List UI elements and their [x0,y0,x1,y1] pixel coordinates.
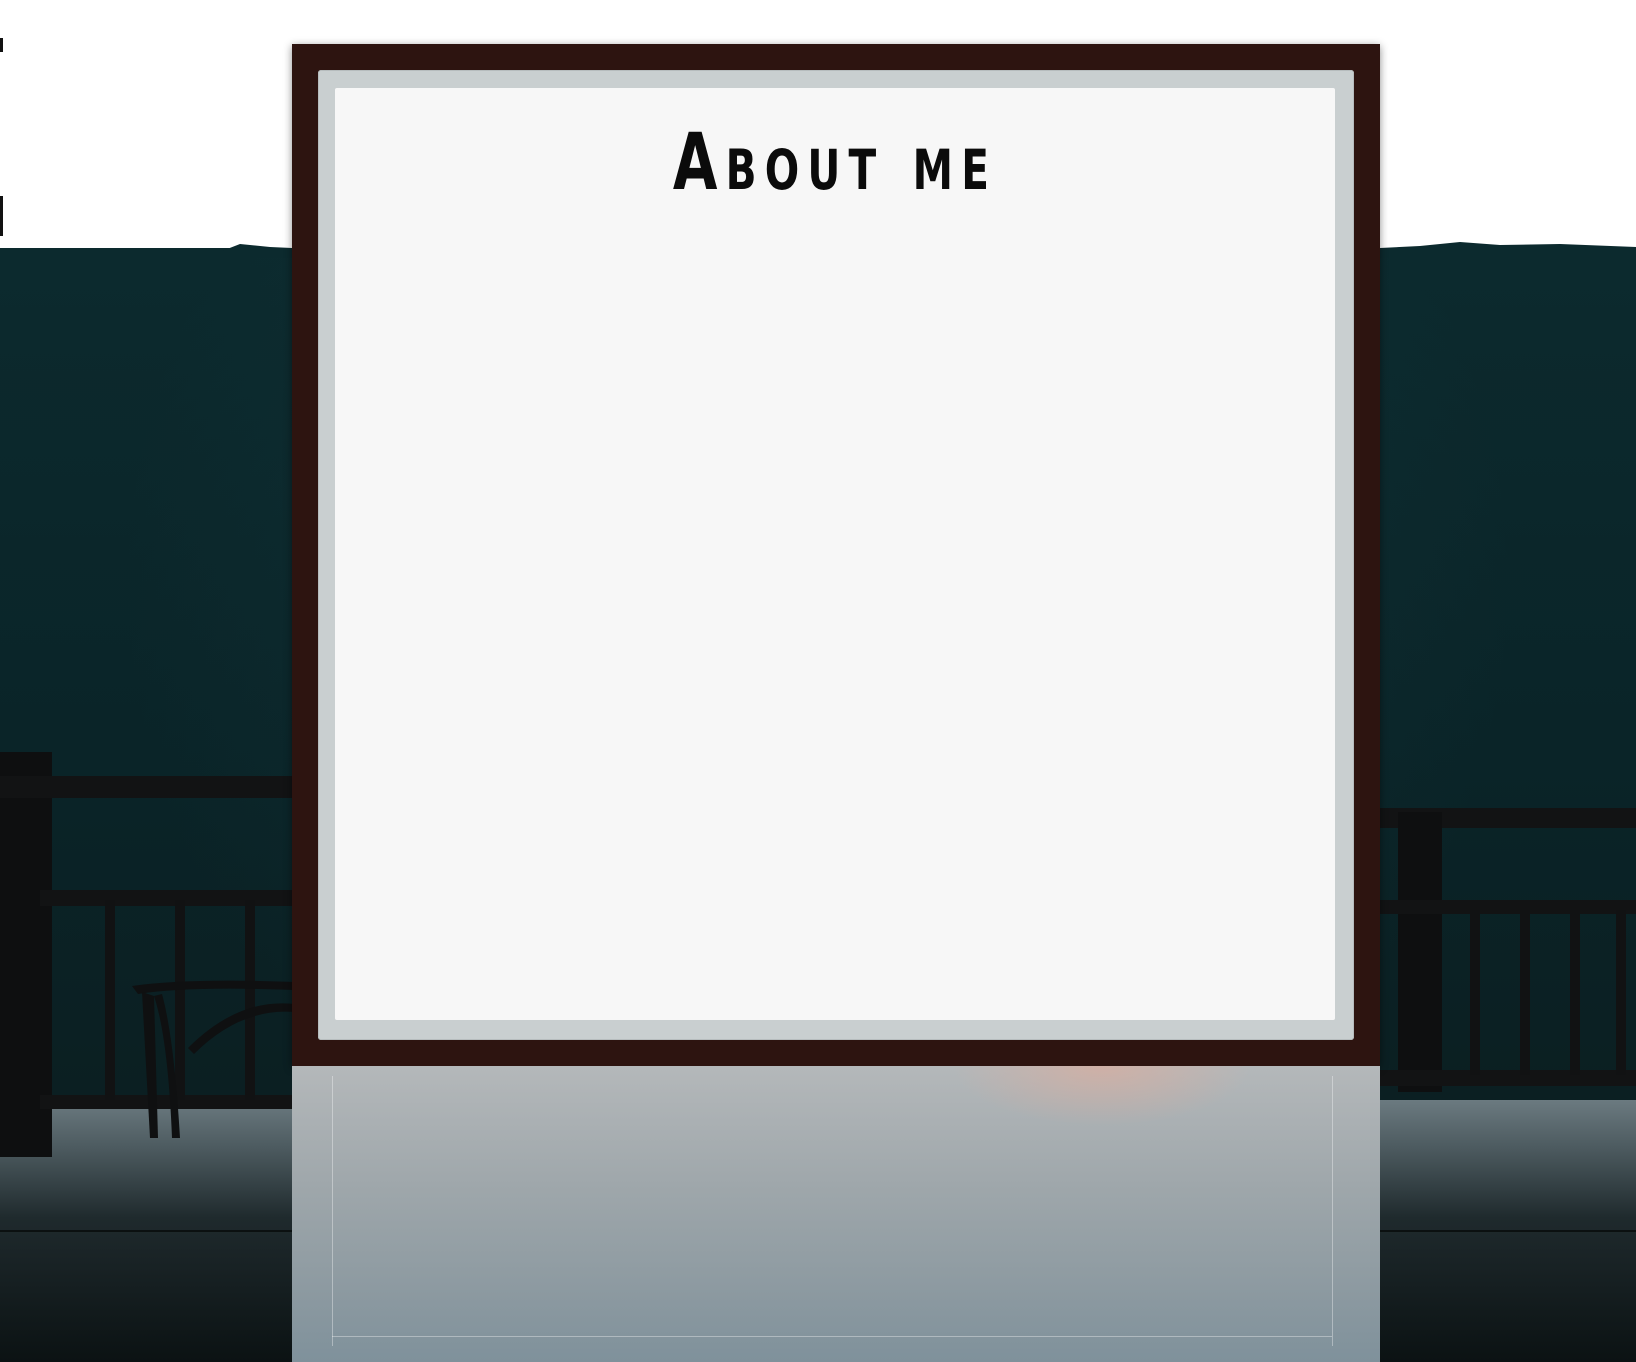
plate-line [332,1336,1332,1337]
left-edge-mark [0,38,3,52]
left-rail-mid-bar [40,890,300,906]
left-rail-slat [105,900,115,1100]
left-edge-mark [0,196,3,236]
left-rail-top-bar [0,776,300,798]
lower-translucent-plate [292,1066,1380,1362]
about-panel: About me [335,88,1335,1020]
right-rail-slat [1520,910,1530,1075]
plate-line [1332,1076,1333,1346]
plate-glow [952,1066,1252,1126]
right-rail-mid-bar [1380,900,1636,914]
card-frame-inner: About me [318,70,1354,1040]
about-card: About me [292,44,1380,1362]
right-rail-bottom-bar [1380,1070,1636,1086]
card-frame: About me [292,44,1380,1066]
plate-line [332,1076,333,1346]
left-chair [132,980,294,1138]
scene: About me [0,0,1636,1362]
right-rail-post [1398,812,1442,1092]
right-rail-slat [1470,910,1480,1075]
right-rail-slat [1616,910,1626,1075]
right-rail-slat [1570,910,1580,1075]
about-title: About me [672,118,998,208]
